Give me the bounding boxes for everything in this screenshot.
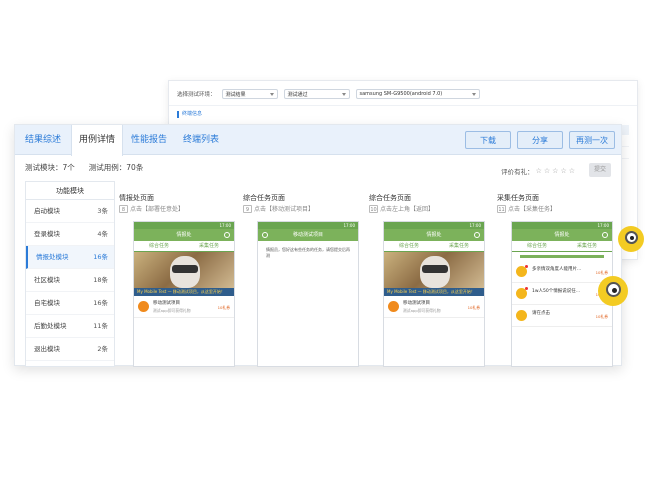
app-title: 情报处 (384, 229, 484, 241)
tab-summary[interactable]: 结果综述 (15, 125, 71, 155)
sidebar-item-community[interactable]: 社区模块 18条 (26, 269, 114, 292)
module-sidebar: 功能模块 启动模块 3条 登录模块 4条 情报处模块 16条 社区模块 18条 自宅模块… (25, 181, 115, 367)
tab-case-details[interactable]: 用例详情 (71, 125, 123, 156)
download-button[interactable]: 下载 (465, 131, 511, 149)
chevron-down-icon (269, 92, 274, 96)
filter-label: 选择测试环境： (177, 92, 216, 98)
page-title: 采集任务页面 (497, 194, 539, 202)
page-title: 情报处页面 (119, 194, 154, 202)
star-icon[interactable]: ☆ (536, 167, 542, 175)
app-icon (138, 301, 149, 312)
list-item: 多亲情双角度人能用片... 10礼券 (512, 261, 612, 283)
app-tabs: 综合任务 采集任务 (134, 241, 234, 252)
app-title: 移动测试项目 (258, 229, 358, 241)
task-icon (516, 310, 527, 321)
banner-caption: My Mobile Test — 移动测试项目，从这里开始！ (134, 288, 234, 296)
app-title: 情报处 (134, 229, 234, 241)
app-tab: 采集任务 (448, 243, 469, 249)
case-count: 测试用例：70条 (88, 163, 144, 172)
unread-dot-icon (525, 265, 528, 268)
progress-bar (520, 255, 604, 258)
step-column: 综合任务页面 9 点击【移动测试项目】 (243, 181, 363, 214)
star-icon[interactable]: ☆ (560, 167, 566, 175)
share-button[interactable]: 分享 (517, 131, 563, 149)
star-icon[interactable]: ☆ (552, 167, 558, 175)
banner-image: My Mobile Test — 移动测试项目，从这里开始！ (134, 252, 234, 296)
banner-image: My Mobile Test — 移动测试项目，从这里开始！ (384, 252, 484, 296)
sidebar-header: 功能模块 (26, 182, 114, 200)
app-tab: 综合任务 (398, 243, 419, 249)
status-bar: 17:00 (258, 222, 358, 229)
phone-screenshot[interactable]: 17:00 情报处 综合任务 采集任务 My Mobile Test — 移动测… (133, 221, 235, 367)
minion-icon (618, 226, 644, 252)
module-count: 测试模块：7个 (25, 163, 75, 172)
filter-select-device[interactable]: samsung SM-G9500(android 7.0) (355, 89, 480, 99)
app-tabs: 综合任务 采集任务 (384, 241, 484, 252)
sidebar-item-login[interactable]: 登录模块 4条 (26, 223, 114, 246)
character-goggles (422, 265, 448, 273)
tab-performance[interactable]: 性能报告 (123, 125, 175, 155)
list-item: 移动测试项目 测试app即可获得礼物 10礼券 (384, 296, 484, 318)
step-column: 情报处页面 8 点击【部署任意处】 (119, 181, 239, 214)
add-icon (474, 232, 480, 238)
filter-select-status[interactable]: 测试通过 (283, 89, 350, 99)
star-icon[interactable]: ☆ (544, 167, 550, 175)
add-icon (602, 232, 608, 238)
filter-bar: 选择测试环境： 测试结果 测试通过 samsung SM-G9500(andro… (177, 89, 480, 99)
status-bar: 17:00 (512, 222, 612, 229)
filter-select-result[interactable]: 测试结果 (221, 89, 278, 99)
tab-bar: 结果综述 用例详情 性能报告 终端列表 下载 分享 再测一次 (15, 125, 621, 156)
sidebar-item-startup[interactable]: 启动模块 3条 (26, 200, 114, 223)
step-screenshots: 情报处页面 8 点击【部署任意处】 17:00 情报处 综合任务 采集任务 My… (119, 181, 619, 367)
rating-bar: 评价有礼： ☆ ☆ ☆ ☆ ☆ (501, 166, 575, 176)
test-stats: 测试模块：7个 测试用例：70条 (25, 162, 143, 173)
unread-dot-icon (525, 287, 528, 290)
status-bar: 17:00 (134, 222, 234, 229)
list-item: 请在点击 10礼券 (512, 305, 612, 327)
character-goggles (172, 265, 198, 273)
app-icon (388, 301, 399, 312)
sidebar-item-logistics[interactable]: 后勤处模块 11条 (26, 315, 114, 338)
page-title: 综合任务页面 (243, 194, 285, 202)
rating-label: 评价有礼： (501, 168, 534, 176)
message-text: 情报员，您好这有些任务的任务，请您提交后再测 (266, 247, 350, 258)
status-bar: 17:00 (384, 222, 484, 229)
step-column: 采集任务页面 11 点击【采集任务】 (497, 181, 617, 214)
report-card: 结果综述 用例详情 性能报告 终端列表 下载 分享 再测一次 测试模块：7个 测… (14, 124, 622, 367)
retest-button[interactable]: 再测一次 (569, 131, 615, 149)
phone-screenshot[interactable]: 17:00 移动测试项目 情报员，您好这有些任务的任务，请您提交后再测 (257, 221, 359, 367)
chevron-down-icon (341, 92, 346, 96)
banner-caption: My Mobile Test — 移动测试项目，从这里开始！ (384, 288, 484, 296)
app-tab: 采集任务 (198, 243, 219, 249)
app-tab: 采集任务 (576, 243, 597, 249)
app-tabs: 综合任务 采集任务 (512, 241, 612, 252)
sidebar-item-logout[interactable]: 退出模块 2条 (26, 338, 114, 361)
list-item: 1w人50个情报说说任... 10礼券 (512, 283, 612, 305)
tab-devices[interactable]: 终端列表 (175, 125, 227, 155)
section-label: 终端信息 (177, 111, 202, 118)
page-title: 综合任务页面 (369, 194, 411, 202)
app-tab: 综合任务 (148, 243, 169, 249)
app-tab: 综合任务 (526, 243, 547, 249)
stage: 选择测试环境： 测试结果 测试通过 samsung SM-G9500(andro… (0, 0, 652, 500)
phone-screenshot[interactable]: 17:00 情报处 综合任务 采集任务 My Mobile Test — 移动测… (383, 221, 485, 367)
divider (169, 105, 637, 106)
step-description: 9 点击【移动测试项目】 (243, 205, 363, 214)
step-description: 8 点击【部署任意处】 (119, 205, 239, 214)
submit-rating-button[interactable]: 提交 (589, 163, 611, 177)
chevron-down-icon (471, 92, 476, 96)
add-icon (224, 232, 230, 238)
star-icon[interactable]: ☆ (569, 167, 575, 175)
step-description: 11 点击【采集任务】 (497, 205, 557, 213)
step-description: 10 点击左上角【返回】 (369, 205, 435, 213)
back-icon (262, 232, 268, 238)
step-column: 综合任务页面 10 点击左上角【返回】 (369, 181, 489, 214)
list-item: 移动测试项目 测试app即可获得礼物 10礼券 (134, 296, 234, 318)
sidebar-item-home[interactable]: 自宅模块 16条 (26, 292, 114, 315)
sidebar-item-intel[interactable]: 情报处模块 16条 (26, 246, 114, 269)
task-list: 多亲情双角度人能用片... 10礼券 1w人50个情报说说任... 10礼券 请… (512, 261, 612, 327)
minion-icon (598, 276, 628, 306)
app-title: 情报处 (512, 229, 612, 241)
